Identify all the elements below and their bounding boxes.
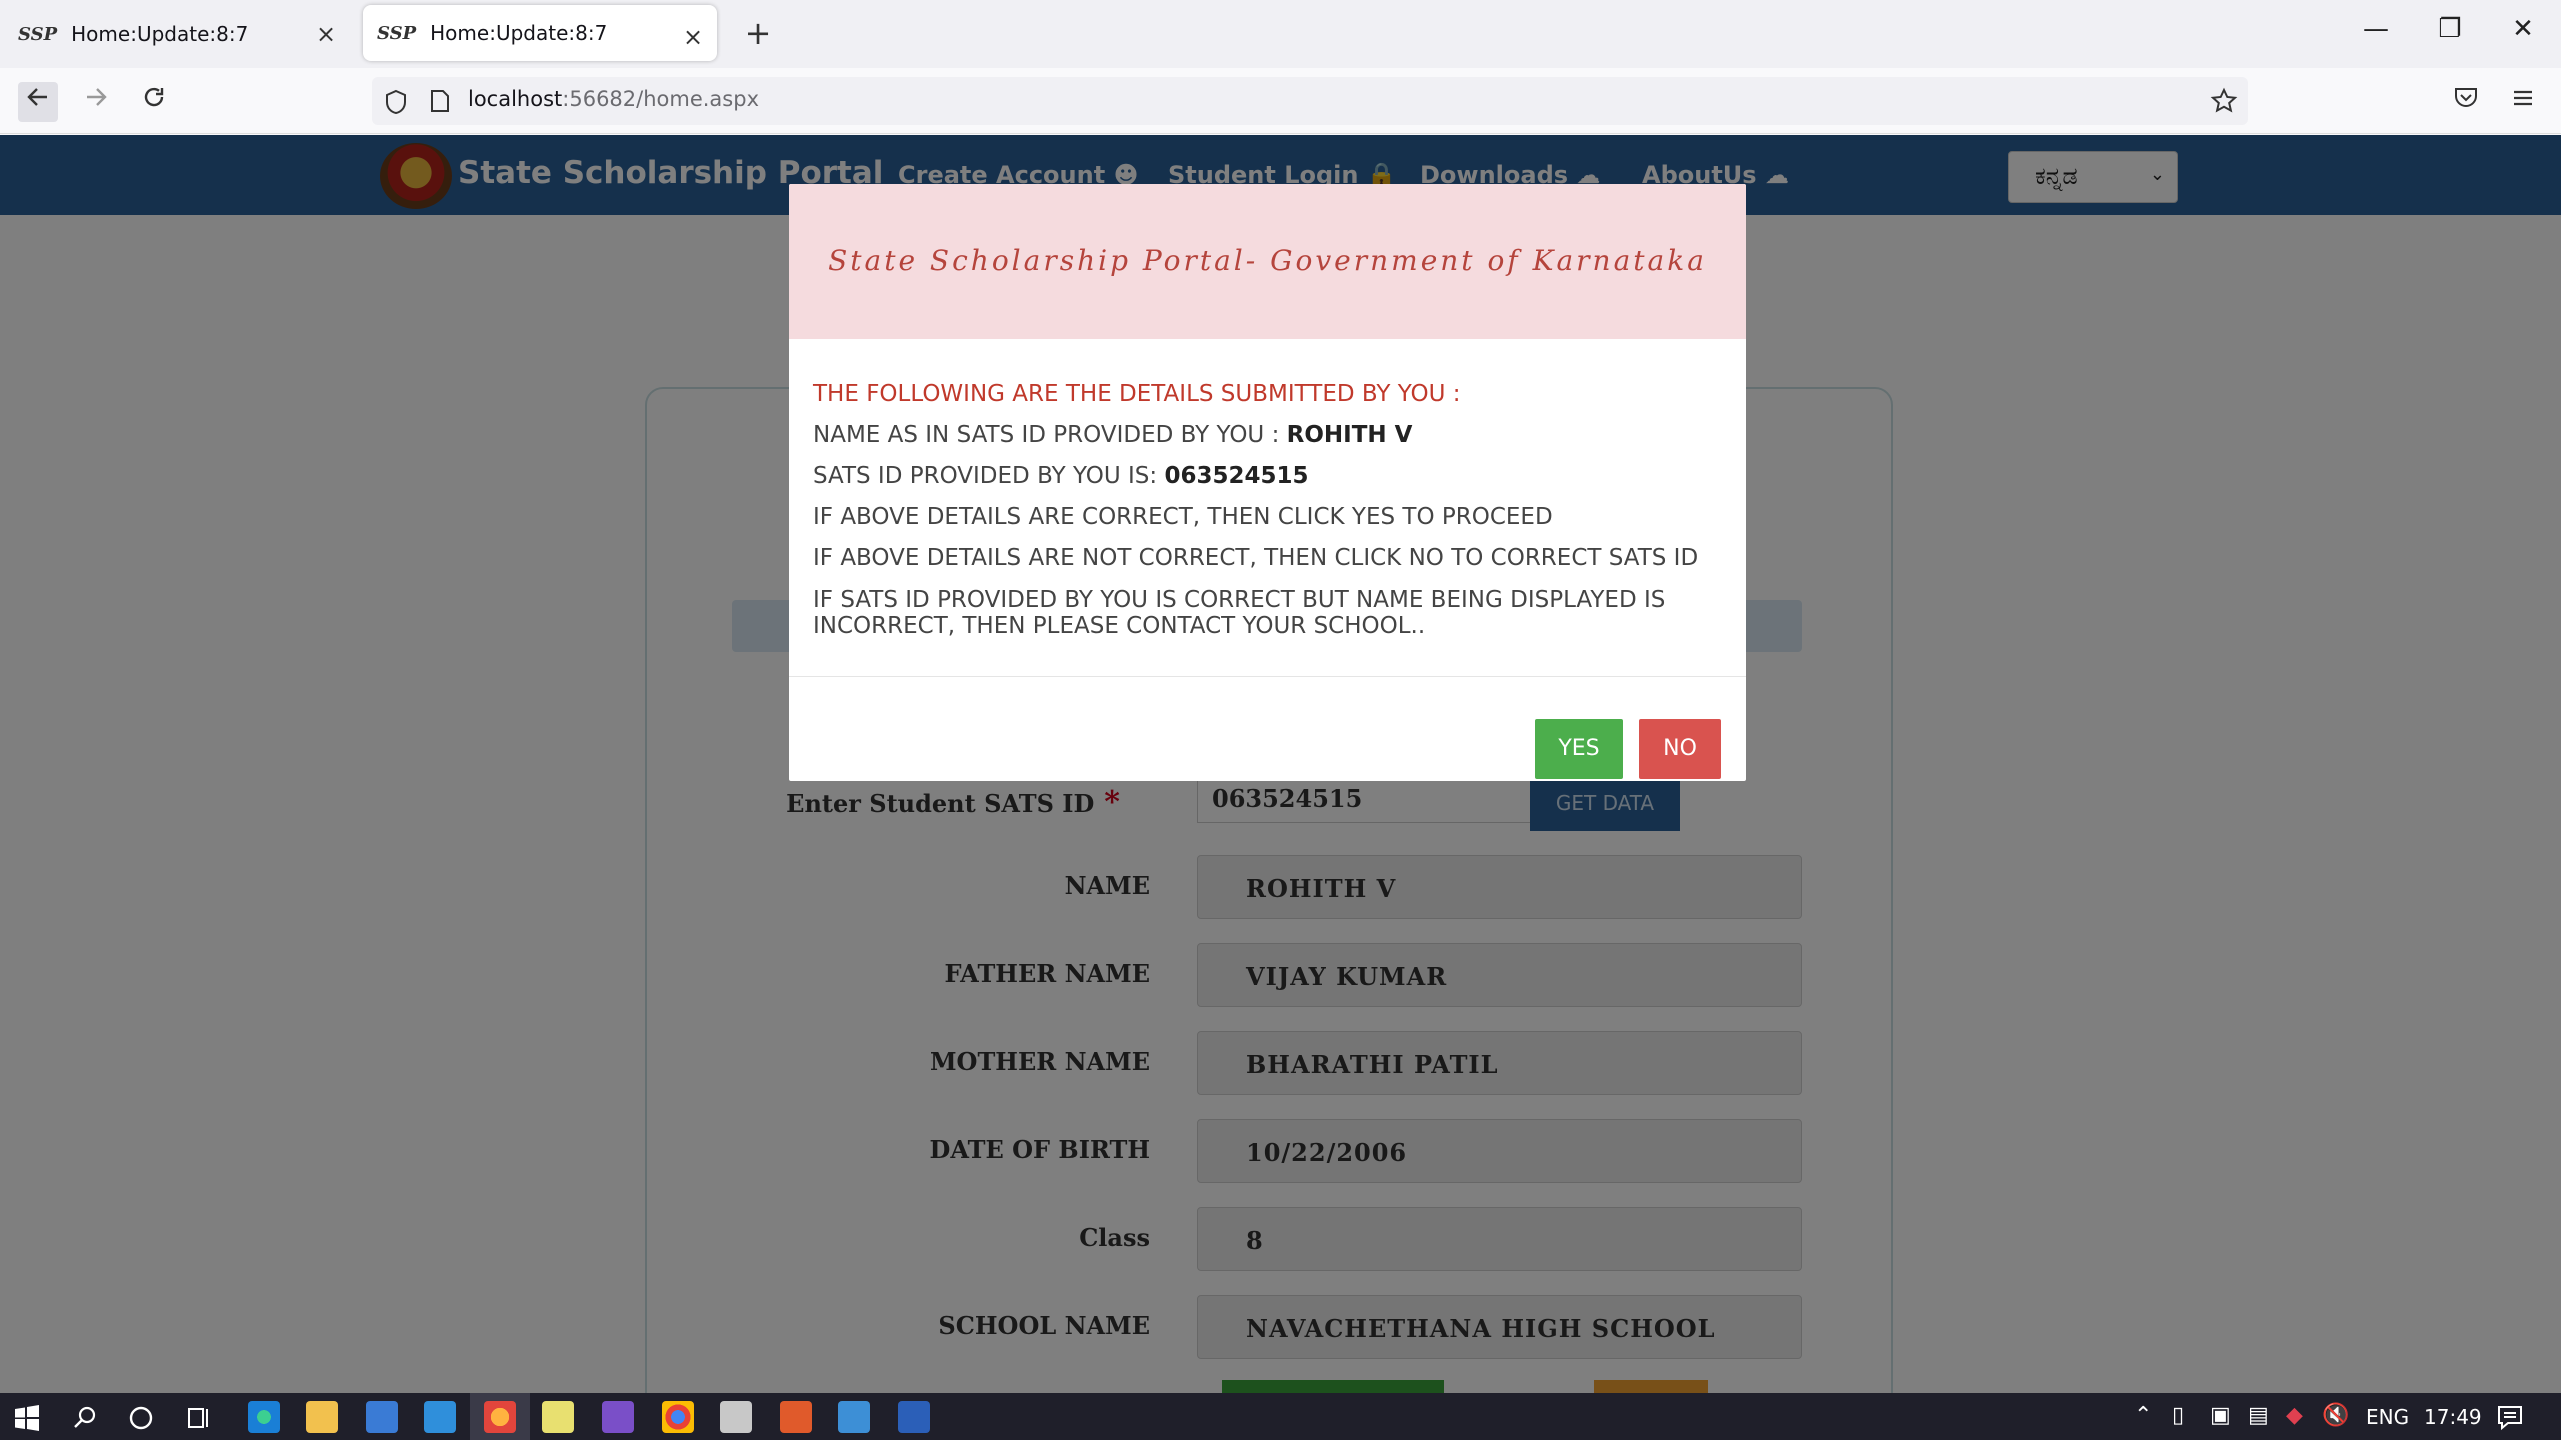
tab-title: Home:Update:8:7 [71, 22, 249, 46]
tab-title: Home:Update:8:7 [430, 21, 608, 45]
notepad-icon[interactable] [542, 1401, 574, 1433]
security-icon[interactable]: ◆ [2286, 1403, 2303, 1428]
new-tab-button[interactable]: + [738, 14, 778, 52]
menu-button[interactable] [2503, 82, 2543, 122]
address-bar[interactable]: localhost:56682/home.aspx [372, 77, 2248, 125]
minimize-button[interactable]: — [2356, 14, 2396, 44]
display-icon[interactable]: ▣ [2210, 1403, 2231, 1428]
network-app-icon[interactable] [838, 1401, 870, 1433]
battery-icon[interactable]: ▯ [2172, 1403, 2184, 1428]
restore-button[interactable]: ❐ [2430, 14, 2470, 44]
pocket-icon [2455, 88, 2477, 107]
shield-icon [386, 89, 406, 115]
input-language[interactable]: ENG [2366, 1405, 2409, 1429]
firefox-icon[interactable] [484, 1401, 516, 1433]
details-heading: THE FOLLOWING ARE THE DETAILS SUBMITTED … [813, 381, 1461, 407]
visual-studio-icon[interactable] [602, 1401, 634, 1433]
network-icon[interactable]: ▤ [2248, 1403, 2269, 1428]
web-page: State Scholarship Portal Create Account … [0, 135, 2561, 1393]
close-tab-icon[interactable]: × [312, 20, 340, 48]
chrome-icon[interactable] [662, 1401, 694, 1433]
file-explorer-icon[interactable] [306, 1401, 338, 1433]
browser-tab-bar: SSP Home:Update:8:7 × SSP Home:Update:8:… [0, 0, 2561, 68]
bookmark-star-icon [2210, 87, 2238, 113]
close-window-button[interactable]: ✕ [2503, 14, 2543, 44]
ssp-favicon-icon: SSP [377, 22, 417, 44]
cortana-icon[interactable] [128, 1405, 154, 1431]
forward-button[interactable] [76, 82, 116, 122]
name-confirm-line: NAME AS IN SATS ID PROVIDED BY YOU : ROH… [813, 422, 1413, 448]
search-icon[interactable] [72, 1405, 98, 1431]
hamburger-icon [2514, 90, 2532, 106]
close-tab-icon[interactable]: × [679, 23, 707, 51]
ssp-favicon-icon: SSP [18, 23, 58, 45]
yes-instruction: IF ABOVE DETAILS ARE CORRECT, THEN CLICK… [813, 504, 1553, 530]
yes-button[interactable]: YES [1535, 719, 1623, 779]
reload-icon [144, 87, 164, 107]
word-icon[interactable] [898, 1401, 930, 1433]
modal-title: State Scholarship Portal- Government of … [828, 244, 1707, 277]
page-icon [431, 90, 449, 112]
browser-nav-bar: localhost:56682/home.aspx [0, 68, 2561, 134]
modal-body: THE FOLLOWING ARE THE DETAILS SUBMITTED … [813, 374, 1723, 639]
snipping-tool-icon[interactable] [720, 1401, 752, 1433]
edge-icon[interactable] [248, 1401, 280, 1433]
no-instruction: IF ABOVE DETAILS ARE NOT CORRECT, THEN C… [813, 545, 1699, 571]
notification-icon[interactable] [2496, 1403, 2524, 1431]
no-button[interactable]: NO [1639, 719, 1721, 779]
contact-school-instruction: IF SATS ID PROVIDED BY YOU IS CORRECT BU… [813, 587, 1666, 639]
task-view-icon[interactable] [186, 1405, 212, 1431]
store-icon[interactable] [366, 1401, 398, 1433]
volume-muted-icon[interactable]: 🔇 [2322, 1403, 2349, 1428]
clock[interactable]: 17:49 [2424, 1405, 2482, 1429]
taskbar: ⌃ ▯ ▣ ▤ ◆ 🔇 ENG 17:49 [0, 1393, 2561, 1440]
browser-tab-active[interactable]: SSP Home:Update:8:7 × [363, 5, 717, 61]
confirmation-modal: State Scholarship Portal- Government of … [789, 184, 1746, 781]
forward-arrow-icon [87, 88, 107, 106]
recorder-icon[interactable] [780, 1401, 812, 1433]
modal-header: State Scholarship Portal- Government of … [789, 184, 1746, 339]
windows-start-icon[interactable] [14, 1405, 40, 1431]
pocket-button[interactable] [2446, 82, 2486, 122]
back-arrow-icon [27, 88, 47, 106]
reload-button[interactable] [134, 82, 174, 122]
sats-confirm-line: SATS ID PROVIDED BY YOU IS: 063524515 [813, 463, 1309, 489]
mail-icon[interactable] [424, 1401, 456, 1433]
back-button[interactable] [18, 82, 58, 122]
url-text: localhost:56682/home.aspx [468, 87, 759, 111]
browser-tab[interactable]: SSP Home:Update:8:7 × [10, 2, 350, 66]
chevron-up-icon[interactable]: ⌃ [2134, 1403, 2152, 1428]
